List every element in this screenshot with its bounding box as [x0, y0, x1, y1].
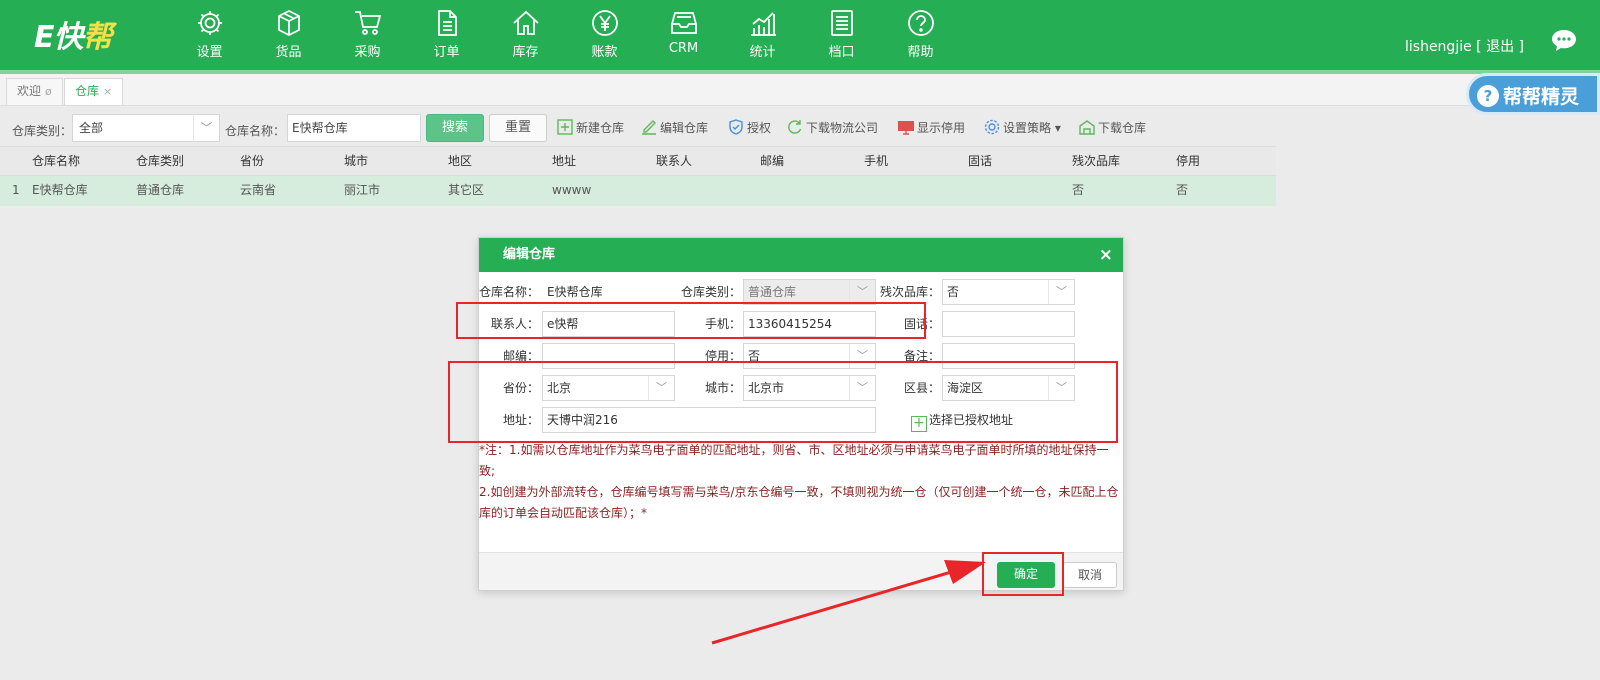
add-icon: [557, 119, 573, 135]
gear-icon: [984, 119, 1000, 135]
column-header[interactable]: 城市: [344, 147, 368, 177]
warehouse-name-input[interactable]: E快帮仓库: [287, 114, 421, 142]
warehouse-type-label: 仓库类别：: [12, 124, 73, 138]
new-warehouse-button[interactable]: 新建仓库: [556, 118, 624, 140]
set-strategy-dropdown[interactable]: 设置策略 ▾: [983, 118, 1061, 140]
column-header[interactable]: 残次品库: [1072, 147, 1120, 177]
table-cell: E快帮仓库: [32, 183, 88, 197]
warehouse-icon: [1079, 120, 1095, 135]
column-header[interactable]: 邮编: [760, 147, 784, 177]
column-header[interactable]: 地址: [552, 147, 576, 177]
table-cell: 云南省: [240, 183, 277, 197]
table-cell: 普通仓库: [136, 183, 185, 197]
help-icon: [907, 10, 934, 36]
document-icon: [437, 10, 457, 36]
note-line: 2.如创建为外部流转仓，仓库编号填写需与菜鸟/京东仓编号一致，不填则视为统一仓（…: [479, 485, 1119, 520]
table-header: 仓库名称 仓库类别 省份 城市 地区 地址 联系人 邮编 手机 固话 残次品库 …: [0, 146, 1276, 176]
tab-welcome[interactable]: 欢迎 ø: [6, 78, 63, 105]
nav-item-goods[interactable]: 货品: [249, 8, 328, 64]
note-line: *注：1.如需以仓库地址作为菜鸟电子面单的匹配地址，则省、市、区地址必须与申请菜…: [479, 443, 1109, 478]
nav-item-crm[interactable]: CRM: [644, 8, 723, 64]
table-cell: 丽江市: [344, 183, 381, 197]
search-button[interactable]: 搜索: [426, 114, 484, 142]
monitor-icon: [898, 121, 914, 135]
edit-icon: [642, 120, 656, 135]
phone-field[interactable]: [942, 311, 1075, 337]
filter-toolbar: 仓库类别： 全部 ﹀ 仓库名称： E快帮仓库 搜索 重置 新建仓库 编辑仓库 授…: [0, 110, 1600, 146]
dialog-title: 编辑仓库: [503, 247, 556, 262]
warehouse-type-select[interactable]: 全部 ﹀: [72, 114, 220, 142]
authorize-button[interactable]: 授权: [727, 118, 771, 140]
cancel-button[interactable]: 取消: [1063, 562, 1117, 588]
caret-down-icon: ▾: [1051, 121, 1061, 135]
chart-icon: [750, 12, 776, 36]
gear-icon: [197, 11, 222, 35]
annotation-highlight-address: [448, 361, 1118, 443]
table-row[interactable]: 1 E快帮仓库 普通仓库 云南省 丽江市 其它区 wwww 否 否: [0, 176, 1276, 206]
home-icon: [512, 10, 539, 35]
annotation-highlight-confirm: [982, 552, 1064, 596]
tab-warehouse[interactable]: 仓库 ×: [64, 78, 124, 105]
download-logistics-button[interactable]: 下载物流公司: [786, 118, 878, 140]
user-info: lishengjie [ 退出 ]: [1405, 36, 1524, 56]
cart-icon: [354, 11, 381, 35]
show-disabled-button[interactable]: 显示停用: [897, 118, 965, 140]
dialog-header: 编辑仓库 ×: [479, 238, 1123, 272]
table-cell: 否: [1176, 183, 1189, 197]
dialog-note: *注：1.如需以仓库地址作为菜鸟电子面单的匹配地址，则省、市、区地址必须与申请菜…: [479, 440, 1123, 524]
tab-close-icon[interactable]: ×: [103, 85, 112, 98]
column-header[interactable]: 地区: [448, 147, 472, 177]
column-header[interactable]: 停用: [1176, 147, 1200, 177]
row-index: 1: [12, 183, 20, 197]
column-header[interactable]: 固话: [968, 147, 992, 177]
nav-item-settings[interactable]: 设置: [170, 8, 249, 64]
chevron-down-icon: ﹀: [849, 280, 875, 304]
column-header[interactable]: 仓库类别: [136, 147, 184, 177]
chevron-down-icon: ﹀: [1048, 280, 1074, 304]
tab-strip-accent: [0, 70, 1600, 74]
column-header[interactable]: 仓库名称: [32, 147, 80, 177]
nav-item-purchase[interactable]: 采购: [328, 8, 407, 64]
helper-assistant-button[interactable]: ? 帮帮精灵: [1466, 73, 1600, 115]
tab-strip: 欢迎 ø 仓库 ×: [0, 70, 1600, 106]
top-nav-bar: E快帮 设置 货品 采购 订单 库存 账款 CRM 统计 档口 帮助 lishe…: [0, 0, 1600, 70]
chat-icon[interactable]: [1550, 28, 1578, 52]
main-nav: 设置 货品 采购 订单 库存 账款 CRM 统计 档口 帮助: [170, 8, 960, 64]
download-warehouse-button[interactable]: 下载仓库: [1078, 118, 1146, 140]
close-icon[interactable]: ×: [1099, 238, 1113, 272]
nav-item-orders[interactable]: 订单: [407, 8, 486, 64]
nav-item-accounts[interactable]: 账款: [565, 8, 644, 64]
nav-item-inventory[interactable]: 库存: [486, 8, 565, 64]
question-icon: ?: [1477, 85, 1499, 107]
inbox-icon: [670, 12, 697, 34]
edit-warehouse-button[interactable]: 编辑仓库: [640, 118, 708, 140]
defective-select[interactable]: 否 ﹀: [942, 279, 1075, 305]
table-cell: 否: [1072, 183, 1085, 197]
nav-item-help[interactable]: 帮助: [881, 8, 960, 64]
column-header[interactable]: 省份: [240, 147, 264, 177]
table-cell: wwww: [552, 183, 592, 197]
warehouse-table: 仓库名称 仓库类别 省份 城市 地区 地址 联系人 邮编 手机 固话 残次品库 …: [0, 146, 1276, 206]
logout-link[interactable]: [ 退出 ]: [1476, 39, 1524, 55]
box-icon: [277, 9, 300, 37]
app-logo[interactable]: E快帮: [34, 12, 113, 56]
column-header[interactable]: 手机: [864, 147, 888, 177]
tab-close-icon[interactable]: ø: [45, 85, 52, 98]
refresh-icon: [788, 120, 802, 134]
warehouse-name-label: 仓库名称：: [225, 124, 286, 138]
table-cell: 其它区: [448, 183, 485, 197]
chevron-down-icon: ﹀: [193, 115, 219, 141]
username: lishengjie: [1405, 39, 1472, 55]
annotation-highlight-contact: [456, 302, 926, 339]
list-icon: [830, 10, 853, 36]
shield-icon: [729, 119, 743, 135]
yen-icon: [591, 10, 618, 36]
nav-item-statistics[interactable]: 统计: [723, 8, 802, 64]
reset-button[interactable]: 重置: [489, 114, 547, 142]
column-header[interactable]: 联系人: [656, 147, 692, 177]
nav-item-stall[interactable]: 档口: [802, 8, 881, 64]
